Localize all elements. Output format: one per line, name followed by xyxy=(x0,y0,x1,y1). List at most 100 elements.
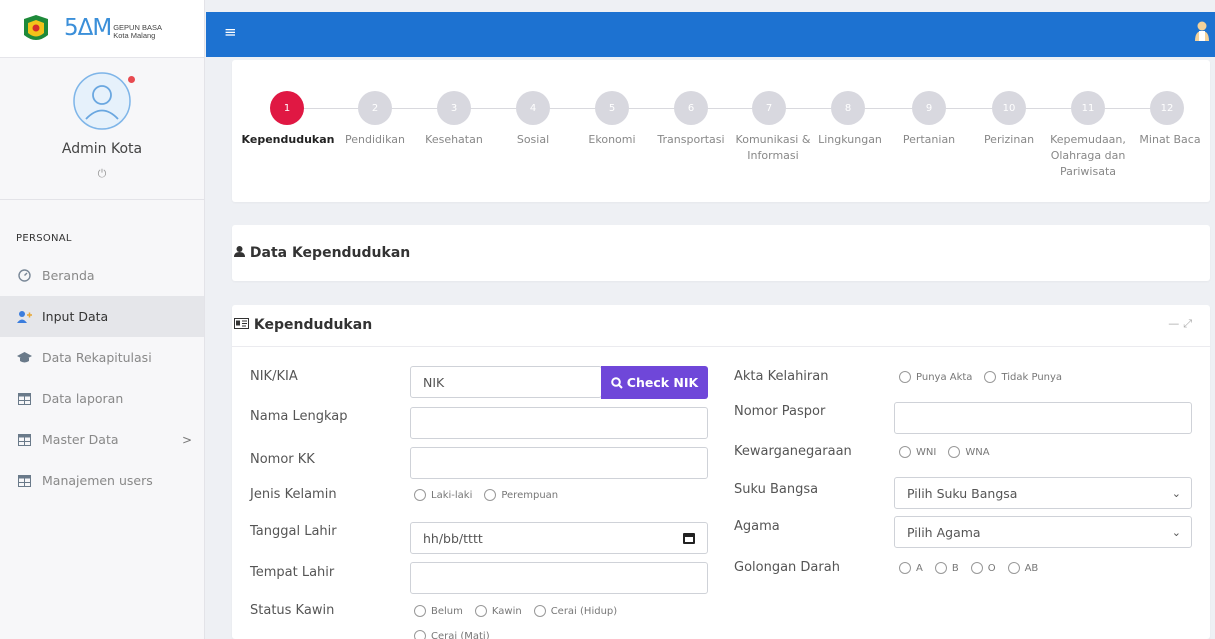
sidebar-item-label: Master Data xyxy=(42,432,119,447)
table-icon xyxy=(15,433,33,446)
calendar-icon[interactable] xyxy=(683,532,695,544)
step-label-12[interactable]: Minat Baca xyxy=(1136,132,1204,148)
tempat-lahir-input[interactable] xyxy=(410,562,708,594)
step-label-5[interactable]: Ekonomi xyxy=(578,132,646,148)
table-icon xyxy=(15,474,33,487)
step-label-9[interactable]: Pertanian xyxy=(892,132,966,148)
step-6[interactable]: 6 xyxy=(674,91,708,125)
darah-option-a[interactable]: A xyxy=(899,562,923,574)
section-header: Data Kependudukan xyxy=(232,225,1210,281)
step-label-8[interactable]: Lingkungan xyxy=(810,132,890,148)
profile-panel: Admin Kota ⏻ xyxy=(0,58,204,200)
darah-option-ab[interactable]: AB xyxy=(1007,562,1038,574)
step-1[interactable]: 1 xyxy=(270,91,304,125)
sidebar-item-label: Beranda xyxy=(42,268,95,283)
gender-option-male[interactable]: Laki-laki xyxy=(414,489,472,501)
online-status-dot xyxy=(128,76,135,83)
status-option-cerai-mati[interactable]: Cerai (Mati) xyxy=(414,630,490,639)
step-7[interactable]: 7 xyxy=(752,91,786,125)
status-kawin-radio-group: Belum Kawin Cerai (Hidup) xyxy=(414,605,629,617)
hamburger-menu-icon[interactable]: ≡ xyxy=(224,25,237,40)
status-option-belum[interactable]: Belum xyxy=(414,605,463,617)
darah-option-o[interactable]: O xyxy=(970,562,996,574)
suku-select[interactable]: Pilih Suku Bangsa ⌄ xyxy=(894,477,1192,509)
akta-option-tidak[interactable]: Tidak Punya xyxy=(984,371,1062,383)
power-icon[interactable]: ⏻ xyxy=(0,167,204,181)
step-label-1[interactable]: Kependudukan xyxy=(238,132,338,148)
step-label-4[interactable]: Sosial xyxy=(502,132,564,148)
nik-input[interactable]: NIK xyxy=(410,366,602,398)
sidebar-item-input-data[interactable]: Input Data xyxy=(0,296,204,337)
step-label-3[interactable]: Kesehatan xyxy=(416,132,492,148)
status-option-cerai-hidup[interactable]: Cerai (Hidup) xyxy=(533,605,617,617)
sidebar-item-data-rekapitulasi[interactable]: Data Rekapitulasi xyxy=(0,337,204,378)
golongan-darah-radio-group: A B O AB xyxy=(899,562,1050,574)
paspor-input[interactable] xyxy=(894,402,1192,434)
step-4[interactable]: 4 xyxy=(516,91,550,125)
kependudukan-form-card: Kependudukan —⤢ xyxy=(232,305,1210,639)
status-kawin-radio-group-2: Cerai (Mati) xyxy=(414,630,502,639)
sidebar: 5ΔM GEPUN BASA Kota Malang Admin Kota ⏻ P… xyxy=(0,0,205,639)
step-12[interactable]: 12 xyxy=(1150,91,1184,125)
form-header: Kependudukan —⤢ xyxy=(232,305,1210,347)
user-icon xyxy=(234,245,250,261)
step-connector-line xyxy=(292,108,1172,109)
step-5[interactable]: 5 xyxy=(595,91,629,125)
sidebar-nav: Beranda Input Data Data Rekapitulasi Dat… xyxy=(0,255,204,501)
agama-label: Agama xyxy=(734,519,780,534)
chevron-down-icon: ⌄ xyxy=(1171,525,1181,539)
wizard-steps: 1 2 3 4 5 6 7 8 9 10 11 12 Kependudukan … xyxy=(232,60,1210,202)
paspor-label: Nomor Paspor xyxy=(734,404,826,419)
tempat-lahir-label: Tempat Lahir xyxy=(250,565,335,580)
city-emblem-icon xyxy=(24,14,48,40)
step-label-2[interactable]: Pendidikan xyxy=(340,132,410,148)
tgl-lahir-input[interactable]: hh/bb/tttt xyxy=(410,522,708,554)
nama-input[interactable] xyxy=(410,407,708,439)
sidebar-item-master-data[interactable]: Master Data > xyxy=(0,419,204,460)
step-11[interactable]: 11 xyxy=(1071,91,1105,125)
chevron-down-icon: ⌄ xyxy=(1171,486,1181,500)
user-avatar-icon xyxy=(73,72,131,130)
step-9[interactable]: 9 xyxy=(912,91,946,125)
agama-select[interactable]: Pilih Agama ⌄ xyxy=(894,516,1192,548)
status-option-kawin[interactable]: Kawin xyxy=(474,605,522,617)
gender-option-female[interactable]: Perempuan xyxy=(484,489,558,501)
gender-radio-group: Laki-laki Perempuan xyxy=(414,489,570,501)
id-card-icon xyxy=(234,317,254,333)
sidebar-item-data-laporan[interactable]: Data laporan xyxy=(0,378,204,419)
step-label-10[interactable]: Perizinan xyxy=(972,132,1046,148)
avatar[interactable] xyxy=(73,72,135,130)
kk-input[interactable] xyxy=(410,447,708,479)
gender-label: Jenis Kelamin xyxy=(250,487,337,502)
step-10[interactable]: 10 xyxy=(992,91,1026,125)
kewarganegaraan-label: Kewarganegaraan xyxy=(734,444,852,459)
akta-option-punya[interactable]: Punya Akta xyxy=(899,371,972,383)
step-8[interactable]: 8 xyxy=(831,91,865,125)
step-label-7[interactable]: Komunikasi & Informasi xyxy=(732,132,814,164)
kk-label: Nomor KK xyxy=(250,452,315,467)
step-2[interactable]: 2 xyxy=(358,91,392,125)
sidebar-item-label: Input Data xyxy=(42,309,109,324)
user-icon[interactable] xyxy=(1195,21,1209,45)
akta-label: Akta Kelahiran xyxy=(734,369,829,384)
form-title: Kependudukan xyxy=(234,317,372,333)
chevron-right-icon: > xyxy=(181,432,192,447)
step-3[interactable]: 3 xyxy=(437,91,471,125)
nav-section-label: PERSONAL xyxy=(16,233,72,244)
graduation-cap-icon xyxy=(15,351,33,364)
step-label-6[interactable]: Transportasi xyxy=(650,132,732,148)
kewarganegaraan-radio-group: WNI WNA xyxy=(899,446,1002,458)
check-nik-button[interactable]: Check NIK xyxy=(601,366,708,399)
sidebar-item-beranda[interactable]: Beranda xyxy=(0,255,204,296)
brand-logo-mark: 5ΔM xyxy=(64,15,112,41)
expand-icon[interactable]: ⤢ xyxy=(1183,317,1196,330)
minimize-icon[interactable]: — xyxy=(1168,317,1183,330)
darah-option-b[interactable]: B xyxy=(934,562,959,574)
brand-logo[interactable]: 5ΔM GEPUN BASA Kota Malang xyxy=(64,17,162,40)
sidebar-item-label: Data Rekapitulasi xyxy=(42,350,152,365)
warga-option-wni[interactable]: WNI xyxy=(899,446,936,458)
step-label-11[interactable]: Kepemudaan, Olahraga dan Pariwisata xyxy=(1044,132,1132,180)
warga-option-wna[interactable]: WNA xyxy=(948,446,990,458)
sidebar-item-manajemen-users[interactable]: Manajemen users xyxy=(0,460,204,501)
suku-label: Suku Bangsa xyxy=(734,482,819,497)
